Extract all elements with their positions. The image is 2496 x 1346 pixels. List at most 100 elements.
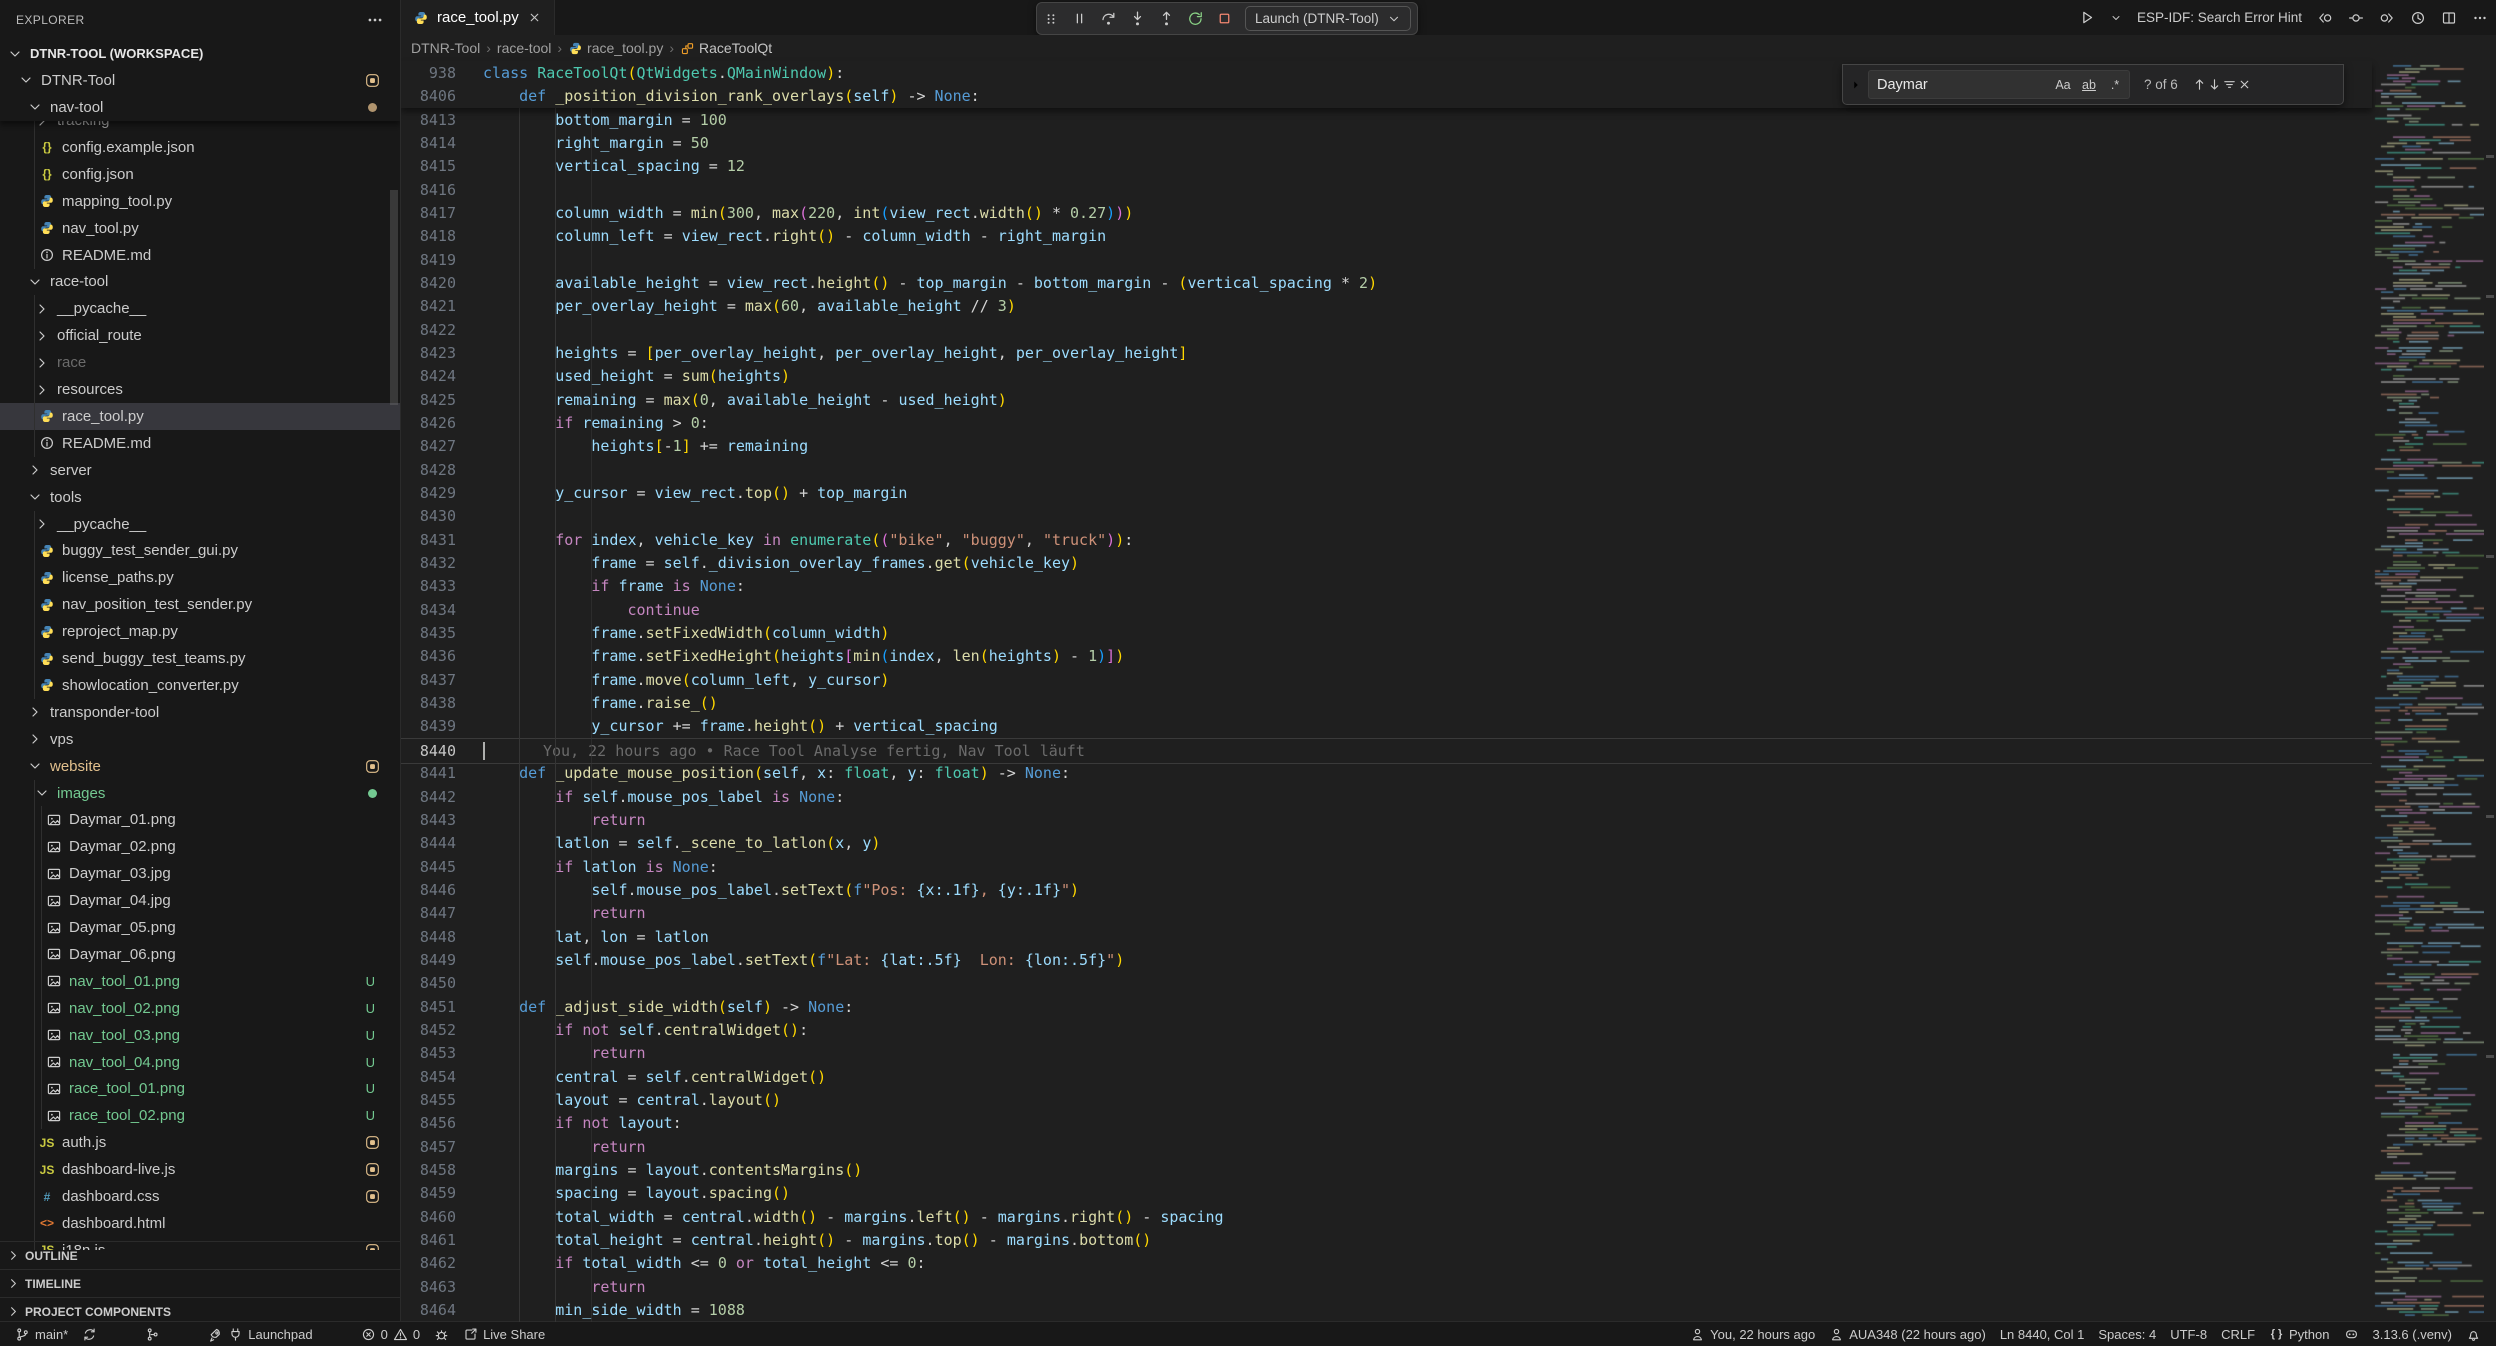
tab-race-tool-py[interactable]: race_tool.py (401, 0, 555, 35)
tree-item-website[interactable]: website (0, 753, 400, 780)
code-line-8446[interactable]: 8446 self.mouse_pos_label.setText(f"Pos:… (401, 878, 2372, 901)
tree-item-official-route[interactable]: official_route (0, 322, 400, 349)
tree-item-dashboard-css[interactable]: #dashboard.css (0, 1183, 400, 1210)
tree-item-race-tool-02-png[interactable]: race_tool_02.pngU (0, 1102, 400, 1129)
status-ln-8440-col-1[interactable]: Ln 8440, Col 1 (1993, 1327, 2092, 1342)
code-line-8433[interactable]: 8433 if frame is None: (401, 575, 2372, 598)
code-line-8449[interactable]: 8449 self.mouse_pos_label.setText(f"Lat:… (401, 948, 2372, 971)
code-line-8423[interactable]: 8423 heights = [per_overlay_height, per_… (401, 341, 2372, 364)
code-line-8444[interactable]: 8444 latlon = self._scene_to_latlon(x, y… (401, 832, 2372, 855)
tree-item-nav-tool[interactable]: nav-tool (0, 94, 400, 121)
status-blame-person-aua348-22-hours-ago-[interactable]: AUA348 (22 hours ago) (1822, 1327, 1993, 1342)
tree-item-daymar-01-png[interactable]: Daymar_01.png (0, 806, 400, 833)
status-spaces-4[interactable]: Spaces: 4 (2091, 1327, 2163, 1342)
tree-item-config-example-json[interactable]: {}config.example.json (0, 134, 400, 161)
code-line-8431[interactable]: 8431 for index, vehicle_key in enumerate… (401, 528, 2372, 551)
whole-word-icon[interactable]: ab (2077, 74, 2101, 95)
code-line-8451[interactable]: 8451 def _adjust_side_width(self) -> Non… (401, 995, 2372, 1018)
tree-item-nav-tool-04-png[interactable]: nav_tool_04.pngU (0, 1049, 400, 1076)
pause-icon[interactable] (1071, 10, 1088, 27)
close-find-icon[interactable] (2237, 77, 2252, 92)
code-line-8430[interactable]: 8430 (401, 505, 2372, 528)
code-line-8442[interactable]: 8442 if self.mouse_pos_label is None: (401, 785, 2372, 808)
status-rocket-plug-launchpad[interactable]: Launchpad (201, 1327, 319, 1342)
regex-icon[interactable]: .* (2103, 74, 2127, 95)
next-error-icon[interactable] (2379, 10, 2395, 26)
tree-item-showlocation-converter-py[interactable]: showlocation_converter.py (0, 672, 400, 699)
split-editor-icon[interactable] (2441, 10, 2457, 26)
tree-item-readme-md[interactable]: README.md (0, 430, 400, 457)
tree-item-reproject-map-py[interactable]: reproject_map.py (0, 618, 400, 645)
tree-item-resources[interactable]: resources (0, 376, 400, 403)
code-line-8422[interactable]: 8422 (401, 318, 2372, 341)
code-line-8445[interactable]: 8445 if latlon is None: (401, 855, 2372, 878)
more-actions-icon[interactable] (2472, 10, 2488, 26)
section-project-components[interactable]: PROJECT COMPONENTS (0, 1297, 400, 1322)
tree-item-server[interactable]: server (0, 457, 400, 484)
breadcrumb-race-tool-py[interactable]: race_tool.py (568, 40, 663, 56)
code-line-8441[interactable]: 8441 def _update_mouse_position(self, x:… (401, 762, 2372, 785)
tree-item-config-json[interactable]: {}config.json (0, 161, 400, 188)
tree-item--pycache-[interactable]: __pycache__ (0, 295, 400, 322)
tree-item--pycache-[interactable]: __pycache__ (0, 511, 400, 538)
code-line-8439[interactable]: 8439 y_cursor += frame.height() + vertic… (401, 715, 2372, 738)
code-line-8437[interactable]: 8437 frame.move(column_left, y_cursor) (401, 668, 2372, 691)
status-error-circle-0-warning-0[interactable]: 00 (354, 1327, 427, 1342)
code-line-8416[interactable]: 8416 (401, 178, 2372, 201)
code-line-8425[interactable]: 8425 remaining = max(0, available_height… (401, 388, 2372, 411)
status-sync[interactable] (75, 1327, 104, 1342)
tree-item-mapping-tool-py[interactable]: mapping_tool.py (0, 188, 400, 215)
code-line-8448[interactable]: 8448 lat, lon = latlon (401, 925, 2372, 948)
status-copilot[interactable] (2337, 1327, 2366, 1342)
section-timeline[interactable]: TIMELINE (0, 1269, 400, 1297)
find-in-selection-icon[interactable] (2222, 77, 2237, 92)
code-line-8440[interactable]: 8440You, 22 hours ago • Race Tool Analys… (401, 738, 2372, 763)
tree-item-daymar-06-png[interactable]: Daymar_06.png (0, 941, 400, 968)
tree-item-nav-position-test-sender-py[interactable]: nav_position_test_sender.py (0, 591, 400, 618)
find-input[interactable] (1869, 77, 2051, 93)
code-line-8454[interactable]: 8454 central = self.centralWidget() (401, 1065, 2372, 1088)
tree-item-daymar-05-png[interactable]: Daymar_05.png (0, 914, 400, 941)
code-line-8421[interactable]: 8421 per_overlay_height = max(60, availa… (401, 295, 2372, 318)
run-dropdown-chevron-icon[interactable] (2110, 12, 2122, 24)
code-line-8426[interactable]: 8426 if remaining > 0: (401, 411, 2372, 434)
minimap[interactable] (2372, 35, 2484, 1322)
previous-match-icon[interactable] (2192, 77, 2207, 92)
code-line-8458[interactable]: 8458 margins = layout.contentsMargins() (401, 1158, 2372, 1181)
tree-item-nav-tool-py[interactable]: nav_tool.py (0, 215, 400, 242)
code-line-8413[interactable]: 8413 bottom_margin = 100 (401, 108, 2372, 131)
timeline-history-icon[interactable] (2410, 10, 2426, 26)
launch-config-select[interactable]: Launch (DTNR-Tool) (1245, 6, 1411, 31)
tree-item-daymar-03-jpg[interactable]: Daymar_03.jpg (0, 860, 400, 887)
code-line-8428[interactable]: 8428 (401, 458, 2372, 481)
tree-item-dashboard-html[interactable]: <>dashboard.html (0, 1210, 400, 1237)
tree-item-dtnr-tool[interactable]: DTNR-Tool (0, 67, 400, 94)
code-line-8429[interactable]: 8429 y_cursor = view_rect.top() + top_ma… (401, 481, 2372, 504)
tree-item-dashboard-live-js[interactable]: JSdashboard-live.js (0, 1156, 400, 1183)
run-python-file-icon[interactable] (2078, 9, 2095, 26)
status-bug[interactable] (427, 1327, 456, 1342)
code-line-8450[interactable]: 8450 (401, 972, 2372, 995)
section-outline[interactable]: OUTLINE (0, 1241, 400, 1269)
restart-icon[interactable] (1187, 10, 1204, 27)
code-line-8418[interactable]: 8418 column_left = view_rect.right() - c… (401, 225, 2372, 248)
code-line-8457[interactable]: 8457 return (401, 1135, 2372, 1158)
tree-item-race[interactable]: race (0, 349, 400, 376)
tree-item-vps[interactable]: vps (0, 726, 400, 753)
tree-item-daymar-02-png[interactable]: Daymar_02.png (0, 833, 400, 860)
overview-ruler[interactable] (2484, 35, 2496, 1322)
tree-item-race-tool-py[interactable]: race_tool.py (0, 403, 400, 430)
code-line-8436[interactable]: 8436 frame.setFixedHeight(heights[min(in… (401, 645, 2372, 668)
status-blame-person-you-22-hours-ago[interactable]: You, 22 hours ago (1683, 1327, 1822, 1342)
explorer-more-icon[interactable] (366, 11, 384, 29)
code-line-8438[interactable]: 8438 frame.raise_() (401, 692, 2372, 715)
status-3-13-6-venv-[interactable]: 3.13.6 (.venv) (2366, 1327, 2460, 1342)
tree-item-auth-js[interactable]: JSauth.js (0, 1129, 400, 1156)
code-line-8420[interactable]: 8420 available_height = view_rect.height… (401, 271, 2372, 294)
error-marker-icon[interactable] (2348, 10, 2364, 26)
breadcrumb-racetoolqt[interactable]: RaceToolQt (680, 40, 772, 56)
previous-error-icon[interactable] (2317, 10, 2333, 26)
tree-item-readme-md[interactable]: README.md (0, 242, 400, 269)
tree-item-race-tool-01-png[interactable]: race_tool_01.pngU (0, 1075, 400, 1102)
stop-icon[interactable] (1216, 10, 1233, 27)
